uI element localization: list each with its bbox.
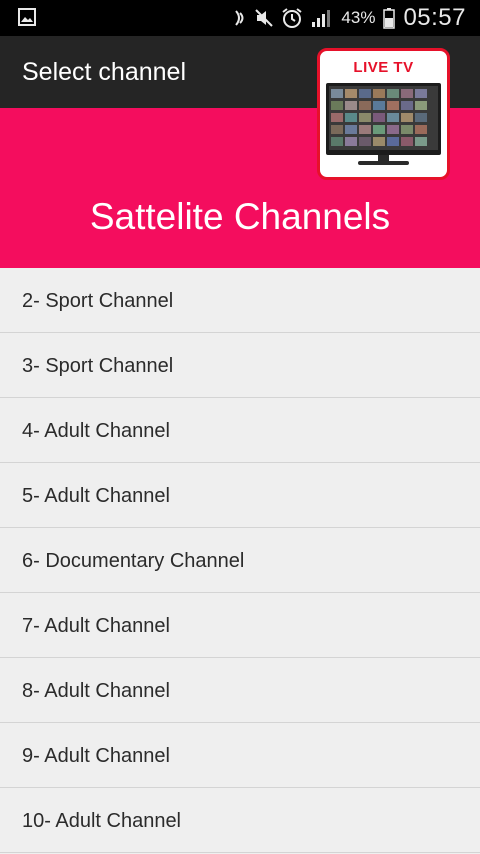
channel-label: 4- Adult Channel: [22, 420, 170, 442]
channel-label: 5- Adult Channel: [22, 485, 170, 507]
list-item[interactable]: 7- Adult Channel: [0, 593, 480, 658]
channel-label: 9- Adult Channel: [22, 745, 170, 767]
list-item[interactable]: 2- Sport Channel: [0, 268, 480, 333]
channel-label: 7- Adult Channel: [22, 615, 170, 637]
list-item[interactable]: 9- Adult Channel: [0, 723, 480, 788]
list-item[interactable]: 5- Adult Channel: [0, 463, 480, 528]
mute-icon: [255, 9, 274, 27]
channel-label: 8- Adult Channel: [22, 680, 170, 702]
list-item[interactable]: 6- Documentary Channel: [0, 528, 480, 593]
nfc-icon: [235, 10, 244, 26]
tv-icon: [326, 83, 441, 165]
list-item[interactable]: 8- Adult Channel: [0, 658, 480, 723]
battery-icon: [383, 8, 396, 29]
list-item[interactable]: 3- Sport Channel: [0, 333, 480, 398]
channel-label: 2- Sport Channel: [22, 290, 174, 312]
alarm-icon: [282, 8, 303, 28]
channel-list: 2- Sport Channel 3- Sport Channel 4- Adu…: [0, 268, 480, 853]
list-item[interactable]: 4- Adult Channel: [0, 398, 480, 463]
channel-label: 3- Sport Channel: [22, 355, 174, 377]
page-title: Select channel: [22, 58, 187, 86]
channel-label: 10- Adult Channel: [22, 810, 182, 832]
list-item[interactable]: 10- Adult Channel: [0, 788, 480, 853]
clock: 05:57: [403, 4, 466, 31]
gallery-icon: [18, 8, 36, 26]
signal-icon: [312, 10, 331, 27]
banner-title: Sattelite Channels: [89, 196, 391, 237]
status-bar: 43% 05:57: [0, 0, 480, 36]
channel-label: 6- Documentary Channel: [22, 550, 245, 572]
logo-text: LIVE TV: [353, 59, 414, 76]
live-tv-logo: LIVE TV: [317, 48, 450, 180]
battery-percent: 43%: [341, 8, 376, 27]
